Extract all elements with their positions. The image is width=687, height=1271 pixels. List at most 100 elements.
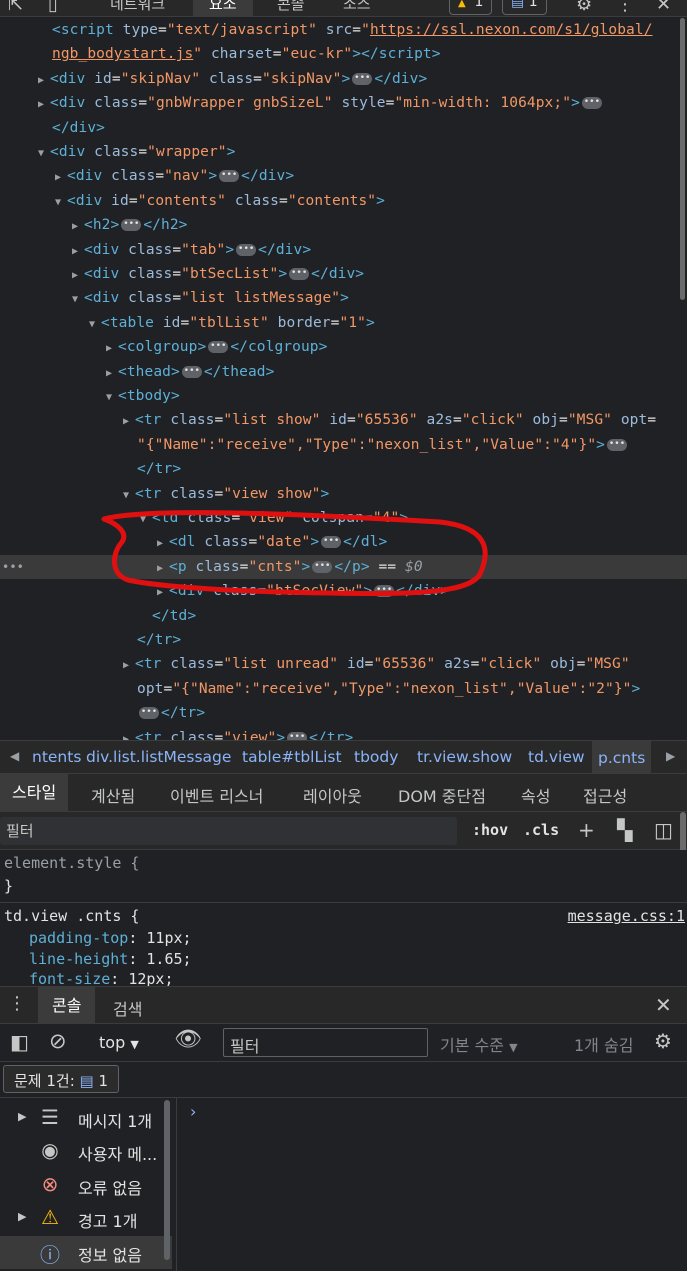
row-options-icon[interactable]: •••: [2, 555, 24, 579]
tree-node-script[interactable]: <script type="text/javascript" src="http…: [0, 18, 687, 42]
expand-arrow-icon[interactable]: ▶: [157, 532, 169, 556]
elements-scrollbar[interactable]: [680, 18, 685, 300]
expand-arrow-icon[interactable]: ▶: [123, 654, 135, 678]
settings-icon[interactable]: ⚙: [576, 0, 592, 15]
crumb-listmessage[interactable]: div.list.listMessage: [86, 748, 231, 766]
crumb-contents[interactable]: ntents: [32, 748, 81, 766]
expand-arrow-icon[interactable]: ▶: [72, 264, 84, 288]
scroll-left-icon[interactable]: ◀: [10, 749, 19, 763]
subtab-accessibility[interactable]: 접근성: [583, 783, 627, 807]
collapse-arrow-icon[interactable]: ▼: [72, 288, 84, 312]
collapse-arrow-icon[interactable]: ▼: [140, 508, 152, 532]
expand-arrow-icon[interactable]: ▶: [55, 166, 67, 190]
subtab-layout[interactable]: 레이아웃: [303, 783, 362, 807]
ellipsis-icon[interactable]: •••: [208, 341, 229, 354]
scroll-right-icon[interactable]: ▶: [666, 749, 675, 763]
collapse-arrow-icon[interactable]: ▼: [89, 313, 101, 337]
warnings-badge[interactable]: ▲ 1: [449, 0, 493, 15]
clear-console-icon[interactable]: ⊘: [49, 1029, 67, 1053]
expand-arrow-icon[interactable]: ▶: [157, 581, 169, 605]
tree-node-td-close[interactable]: </td>: [0, 604, 687, 628]
ellipsis-icon[interactable]: •••: [121, 219, 142, 232]
close-drawer-icon[interactable]: ✕: [655, 993, 672, 1017]
context-select[interactable]: top ▼: [99, 1033, 139, 1052]
subtab-event-listeners[interactable]: 이벤트 리스너: [170, 783, 263, 807]
sidebar-item-warnings[interactable]: ▶ ⚠ 경고 1개: [0, 1202, 172, 1235]
subtab-dom-breakpoints[interactable]: DOM 중단점: [398, 783, 486, 807]
tree-node-tr-close-2[interactable]: </tr>: [0, 628, 687, 652]
css-declaration[interactable]: font-size: 12px;: [29, 970, 174, 986]
tree-node-dl-date[interactable]: ▶ <dl class="date"> ••• </dl>: [0, 530, 687, 554]
tree-node-thead[interactable]: ▶ <thead> ••• </thead>: [0, 360, 687, 384]
log-levels-select[interactable]: 기본 수준 ▼: [440, 1032, 518, 1056]
expand-arrow-icon[interactable]: ▶: [123, 728, 135, 740]
tree-node-listmessage[interactable]: ▼ <div class="list listMessage">: [0, 286, 687, 310]
inspect-element-icon[interactable]: ⇱: [8, 0, 23, 15]
tab-elements[interactable]: 요소: [193, 0, 253, 16]
tab-console[interactable]: 콘솔: [277, 0, 305, 14]
live-expression-eye-icon[interactable]: 👁: [174, 1027, 202, 1052]
tree-node-tr-list-show-cont[interactable]: "{"Name":"receive","Type":"nexon_list","…: [0, 433, 687, 457]
cls-toggle-button[interactable]: .cls: [523, 821, 559, 839]
ellipsis-icon[interactable]: •••: [352, 72, 373, 85]
css-declaration[interactable]: line-height: 1.65;: [29, 950, 192, 968]
tree-node-p-cnts-selected[interactable]: ••• ▶ <p class="cnts"> ••• </p> == $0: [0, 554, 687, 581]
ellipsis-icon[interactable]: •••: [287, 731, 308, 740]
styles-filter-input[interactable]: 필터: [0, 817, 457, 845]
expand-arrow-icon[interactable]: ▶: [38, 69, 50, 93]
ellipsis-icon[interactable]: •••: [607, 438, 627, 451]
collapse-arrow-icon[interactable]: ▼: [38, 142, 50, 166]
messages-badge[interactable]: ▤ 1: [502, 0, 547, 15]
ellipsis-icon[interactable]: •••: [139, 707, 159, 720]
rule-selector[interactable]: td.view .cnts {: [4, 907, 139, 925]
more-options-icon[interactable]: ⋮: [616, 0, 634, 15]
collapse-arrow-icon[interactable]: ▼: [123, 484, 135, 508]
tab-sources[interactable]: 소스: [343, 0, 371, 14]
tree-node-gnbwrapper-close[interactable]: </div>: [0, 116, 687, 140]
tree-node-tr-view[interactable]: ▶ <tr class="view"> ••• </tr>: [0, 726, 687, 740]
crumb-tr[interactable]: tr.view.show: [417, 748, 512, 766]
ellipsis-icon[interactable]: •••: [581, 97, 602, 110]
sidebar-scrollbar[interactable]: [164, 1100, 170, 1260]
tree-node-tab[interactable]: ▶ <div class="tab"> ••• </div>: [0, 238, 687, 262]
tree-node-h2[interactable]: ▶ <h2> ••• </h2>: [0, 213, 687, 237]
show-sidebar-icon[interactable]: ◧: [10, 1030, 29, 1054]
tree-node-tbody[interactable]: ▼ <tbody>: [0, 384, 687, 408]
console-filter-input[interactable]: 필터: [223, 1028, 428, 1057]
ellipsis-icon[interactable]: •••: [219, 170, 240, 183]
expand-arrow-icon[interactable]: ▶: [106, 337, 118, 361]
crumb-tbody[interactable]: tbody: [354, 748, 398, 766]
expand-arrow-icon[interactable]: ▶: [18, 1110, 26, 1123]
element-style-selector[interactable]: element.style {: [4, 854, 139, 872]
expand-arrow-icon[interactable]: ▶: [106, 362, 118, 386]
expand-arrow-icon[interactable]: ▶: [72, 240, 84, 264]
ellipsis-icon[interactable]: •••: [374, 585, 395, 598]
drawer-menu-icon[interactable]: ⋮: [8, 993, 26, 1014]
tree-node-nav[interactable]: ▶ <div class="nav"> ••• </div>: [0, 164, 687, 188]
tree-node-btseclist[interactable]: ▶ <div class="btSecList"> ••• </div>: [0, 262, 687, 286]
crumb-td[interactable]: td.view: [528, 748, 585, 766]
elements-tree[interactable]: <script type="text/javascript" src="http…: [0, 18, 687, 740]
tree-node-gnbwrapper[interactable]: ▶ <div class="gnbWrapper gnbSizeL" style=…: [0, 91, 687, 115]
console-settings-icon[interactable]: ⚙: [654, 1029, 672, 1053]
subtab-computed[interactable]: 계산됨: [91, 783, 135, 807]
device-toolbar-icon[interactable]: ▯: [48, 0, 58, 15]
tree-node-skipnav[interactable]: ▶ <div id="skipNav" class="skipNav"> ••• </…: [0, 67, 687, 91]
toggle-sidebar-icon[interactable]: ◫: [654, 818, 673, 842]
crumb-table[interactable]: table#tblList: [242, 748, 342, 766]
sidebar-item-info[interactable]: ⓘ 정보 없음: [0, 1236, 172, 1269]
tree-node-btsecview[interactable]: ▶ <div class="btSecView"> ••• </div>: [0, 579, 687, 603]
expand-arrow-icon[interactable]: ▶: [157, 557, 169, 581]
ellipsis-icon[interactable]: •••: [312, 560, 333, 573]
tree-node-tr-list-unread[interactable]: ▶ <tr class="list unread" id="65536" a2s=…: [0, 652, 687, 676]
collapse-arrow-icon[interactable]: ▼: [55, 191, 67, 215]
hov-toggle-button[interactable]: :hov: [472, 821, 508, 839]
expand-arrow-icon[interactable]: ▶: [123, 410, 135, 434]
expand-arrow-icon[interactable]: ▶: [72, 215, 84, 239]
new-rule-icon[interactable]: +: [578, 818, 595, 842]
ellipsis-icon[interactable]: •••: [236, 243, 257, 256]
stylesheet-source-link[interactable]: message.css:1: [568, 907, 685, 925]
ellipsis-icon[interactable]: •••: [289, 268, 310, 280]
sidebar-item-errors[interactable]: ⊗ 오류 없음: [0, 1169, 172, 1202]
issues-button[interactable]: 문제 1건: ▤ 1: [3, 1065, 120, 1093]
